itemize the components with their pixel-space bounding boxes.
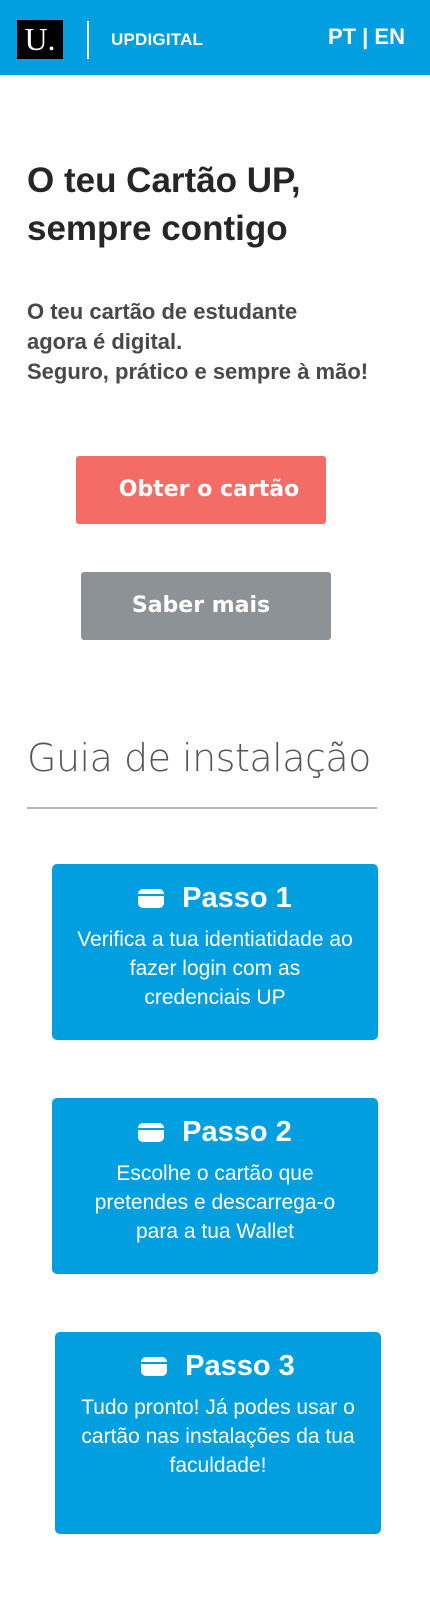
hero-subtitle-line: agora é digital.: [27, 329, 183, 354]
page-title: O teu Cartão UP, sempre contigo: [27, 161, 301, 248]
step-card-2: Passo 2 Escolhe o cartão que pretendes e…: [52, 1098, 378, 1274]
card-icon: [141, 1357, 168, 1376]
hero-subtitle-line: Seguro, prático e sempre à mão!: [27, 359, 369, 384]
step-description: Tudo pronto! Já podes usar o cartão nas …: [81, 1396, 355, 1477]
header-divider: [87, 21, 89, 59]
step-description: Verifica a tua identiatidade ao fazer lo…: [77, 928, 353, 1009]
up-logo[interactable]: U.: [17, 20, 63, 59]
hero-subtitle: O teu cartão de estudante agora é digita…: [27, 297, 417, 387]
section-divider: [27, 807, 377, 809]
installation-guide-title: Guia de instalação: [27, 736, 371, 780]
step-title: Passo 3: [185, 1350, 295, 1382]
step-card-3: Passo 3 Tudo pronto! Já podes usar o car…: [55, 1332, 381, 1534]
get-card-button[interactable]: Obter o cartão: [76, 456, 326, 524]
step-card-1: Passo 1 Verifica a tua identiatidade ao …: [52, 864, 378, 1040]
step-title: Passo 1: [182, 882, 292, 914]
card-icon: [138, 1123, 165, 1142]
top-header: U. UPDIGITAL PT | EN: [0, 0, 430, 75]
learn-more-button[interactable]: Saber mais: [81, 572, 331, 640]
card-icon: [138, 889, 165, 908]
step-title: Passo 2: [182, 1116, 292, 1148]
hero-subtitle-line: O teu cartão de estudante: [27, 299, 298, 324]
brand-name: UPDIGITAL: [111, 30, 204, 49]
step-description: Escolhe o cartão que pretendes e descarr…: [94, 1162, 336, 1243]
language-switch[interactable]: PT | EN: [328, 24, 405, 50]
